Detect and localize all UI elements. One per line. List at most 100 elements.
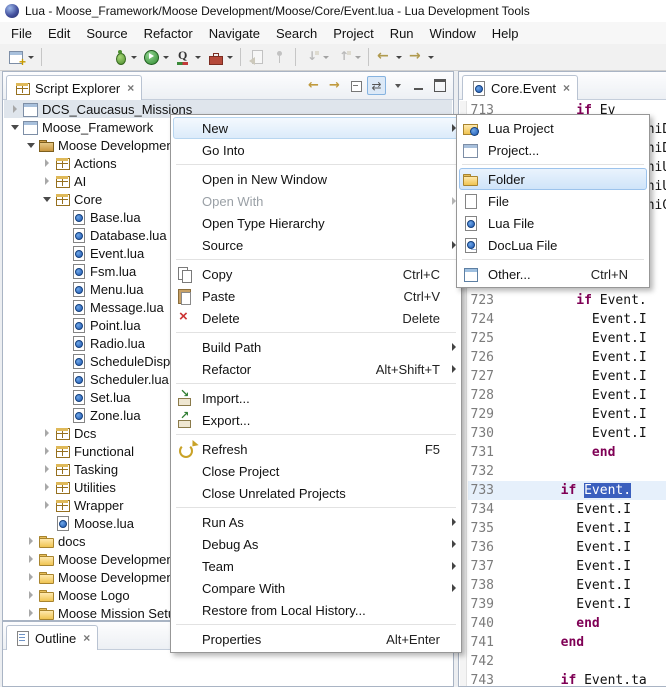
dropdown-caret-icon xyxy=(28,56,34,59)
tab-core-event[interactable]: Core.Event × xyxy=(462,75,578,100)
code-line[interactable]: Event.I xyxy=(498,405,666,424)
new-wizard-button[interactable] xyxy=(5,46,37,68)
code-line[interactable]: end xyxy=(498,443,666,462)
menu-item-build-path[interactable]: Build Path xyxy=(173,336,459,358)
menubar-item-edit[interactable]: Edit xyxy=(40,23,78,44)
code-line[interactable]: Event.I xyxy=(498,538,666,557)
menu-item-paste[interactable]: PasteCtrl+V xyxy=(173,285,459,307)
menu-item-refactor[interactable]: RefactorAlt+Shift+T xyxy=(173,358,459,380)
menu-item-lua-project[interactable]: Lua Project xyxy=(459,117,647,139)
code-line[interactable]: Event.I xyxy=(498,348,666,367)
expand-arrow-icon[interactable] xyxy=(40,478,54,496)
menubar-item-navigate[interactable]: Navigate xyxy=(201,23,268,44)
expand-arrow-icon[interactable] xyxy=(40,424,54,442)
minimize-button[interactable] xyxy=(409,76,428,95)
menubar-item-window[interactable]: Window xyxy=(422,23,484,44)
back-history-button[interactable] xyxy=(373,46,405,68)
expand-arrow-icon[interactable] xyxy=(24,604,38,620)
code-line[interactable]: Event.I xyxy=(498,329,666,348)
expand-arrow-icon[interactable] xyxy=(40,460,54,478)
expand-arrow-icon[interactable] xyxy=(24,550,38,568)
tab-script-explorer[interactable]: Script Explorer × xyxy=(6,75,142,100)
link-with-editor-button[interactable] xyxy=(367,76,386,95)
expand-arrow-icon[interactable] xyxy=(40,496,54,514)
code-line[interactable]: Event.I xyxy=(498,386,666,405)
menu-item-export[interactable]: Export... xyxy=(173,409,459,431)
code-line[interactable]: Event.I xyxy=(498,500,666,519)
menubar-item-project[interactable]: Project xyxy=(325,23,381,44)
expand-arrow-icon[interactable] xyxy=(24,532,38,550)
coverage-button[interactable] xyxy=(172,46,204,68)
menu-item-delete[interactable]: DeleteDelete xyxy=(173,307,459,329)
code-line[interactable]: Event.I xyxy=(498,519,666,538)
menubar-item-help[interactable]: Help xyxy=(484,23,527,44)
menubar-item-file[interactable]: File xyxy=(3,23,40,44)
code-line[interactable]: Event.I xyxy=(498,310,666,329)
menu-item-source[interactable]: Source xyxy=(173,234,459,256)
menu-item-go-into[interactable]: Go Into xyxy=(173,139,459,161)
code-line[interactable]: Event.I xyxy=(498,576,666,595)
menu-item-project[interactable]: Project... xyxy=(459,139,647,161)
menu-item-file[interactable]: File xyxy=(459,190,647,212)
expand-arrow-icon[interactable] xyxy=(24,568,38,586)
code-line[interactable]: if Event. xyxy=(498,481,666,500)
maximize-button[interactable] xyxy=(430,76,449,95)
menubar-item-run[interactable]: Run xyxy=(382,23,422,44)
menu-item-other[interactable]: Other...Ctrl+N xyxy=(459,263,647,285)
code-line[interactable]: Event.I xyxy=(498,557,666,576)
menu-item-compare-with[interactable]: Compare With xyxy=(173,577,459,599)
code-line[interactable] xyxy=(498,462,666,481)
menu-item-folder[interactable]: Folder xyxy=(459,168,647,190)
back-button[interactable] xyxy=(304,76,323,95)
code-line[interactable]: if Event.ta xyxy=(498,671,666,686)
view-menu-button[interactable] xyxy=(388,76,407,95)
menu-item-close-unrelated-projects[interactable]: Close Unrelated Projects xyxy=(173,482,459,504)
menu-item-team[interactable]: Team xyxy=(173,555,459,577)
menu-item-lua-file[interactable]: Lua File xyxy=(459,212,647,234)
menu-item-restore-from-local-history[interactable]: Restore from Local History... xyxy=(173,599,459,621)
collapse-arrow-icon[interactable] xyxy=(24,136,38,154)
tree-item-label: Utilities xyxy=(70,480,116,495)
code-line[interactable]: end xyxy=(498,614,666,633)
code-line[interactable] xyxy=(498,652,666,671)
menubar-item-search[interactable]: Search xyxy=(268,23,325,44)
code-line[interactable]: if Event. xyxy=(498,291,666,310)
menubar-item-source[interactable]: Source xyxy=(78,23,135,44)
close-icon[interactable]: × xyxy=(127,82,134,94)
code-line[interactable]: Event.I xyxy=(498,424,666,443)
menu-item-new[interactable]: New xyxy=(173,117,459,139)
run-button[interactable] xyxy=(140,46,172,68)
menu-item-run-as[interactable]: Run As xyxy=(173,511,459,533)
collapse-arrow-icon[interactable] xyxy=(8,118,22,136)
tree-item-label: Tasking xyxy=(70,462,118,477)
menu-item-open-in-new-window[interactable]: Open in New Window xyxy=(173,168,459,190)
expand-arrow-icon[interactable] xyxy=(40,172,54,190)
code-line[interactable]: Event.I xyxy=(498,367,666,386)
forward-history-button[interactable] xyxy=(405,46,437,68)
code-line[interactable]: Event.I xyxy=(498,595,666,614)
external-tools-button[interactable] xyxy=(204,46,236,68)
menu-item-import[interactable]: Import... xyxy=(173,387,459,409)
menu-item-open-type-hierarchy[interactable]: Open Type Hierarchy xyxy=(173,212,459,234)
menu-item-doclua-file[interactable]: DocLua File xyxy=(459,234,647,256)
expand-arrow-icon[interactable] xyxy=(40,154,54,172)
script-explorer-header: Script Explorer × xyxy=(3,72,453,100)
menu-item-debug-as[interactable]: Debug As xyxy=(173,533,459,555)
menu-item-refresh[interactable]: RefreshF5 xyxy=(173,438,459,460)
debug-button[interactable] xyxy=(108,46,140,68)
editor-tab-bar: Core.Event × xyxy=(459,72,666,100)
expand-arrow-icon[interactable] xyxy=(40,442,54,460)
close-icon[interactable]: × xyxy=(563,82,570,94)
collapse-arrow-icon[interactable] xyxy=(40,190,54,208)
code-line[interactable]: end xyxy=(498,633,666,652)
menu-item-properties[interactable]: PropertiesAlt+Enter xyxy=(173,628,459,650)
menu-item-copy[interactable]: CopyCtrl+C xyxy=(173,263,459,285)
expand-arrow-icon[interactable] xyxy=(8,100,22,118)
tab-outline[interactable]: Outline × xyxy=(6,625,98,650)
menu-item-close-project[interactable]: Close Project xyxy=(173,460,459,482)
collapse-all-button[interactable] xyxy=(346,76,365,95)
expand-arrow-icon[interactable] xyxy=(24,586,38,604)
forward-button[interactable] xyxy=(325,76,344,95)
menubar-item-refactor[interactable]: Refactor xyxy=(136,23,201,44)
close-icon[interactable]: × xyxy=(83,632,90,644)
